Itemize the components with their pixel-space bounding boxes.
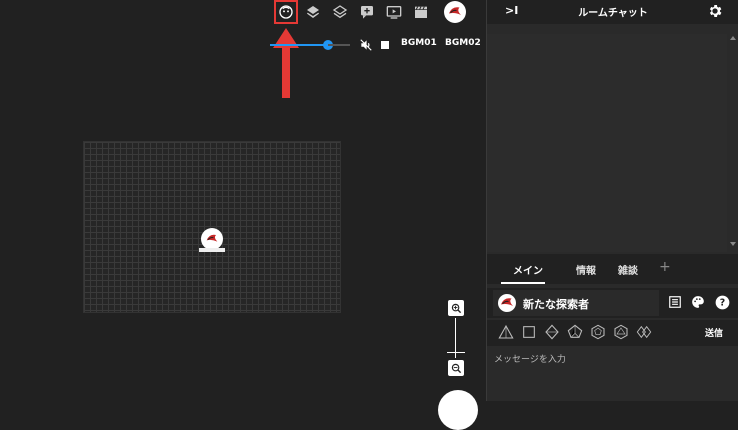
d4-dice-icon[interactable] <box>498 324 514 340</box>
gear-icon[interactable] <box>707 3 723 19</box>
board-stage[interactable]: BGM01 BGM02 <box>0 0 486 430</box>
panel-title: ルームチャット <box>578 8 648 19</box>
d10-dice-icon[interactable] <box>567 324 583 340</box>
floating-action-button[interactable] <box>438 390 478 430</box>
scroll-down-arrow[interactable] <box>730 242 736 246</box>
layers-filled-icon[interactable] <box>304 3 322 21</box>
d20-dice-icon[interactable] <box>613 324 629 340</box>
chat-tabs: メイン 情報 雑談 + <box>487 254 738 284</box>
dice-row: 送信 <box>487 320 738 346</box>
chat-message-log[interactable] <box>487 34 727 252</box>
tab-chat[interactable]: 雑談 <box>618 262 638 277</box>
zoom-out-icon <box>451 363 461 373</box>
clapperboard-icon[interactable] <box>412 3 430 21</box>
bgm01-button[interactable]: BGM01 <box>401 38 437 48</box>
d6-dice-icon[interactable] <box>521 324 537 340</box>
d12-dice-icon[interactable] <box>590 324 606 340</box>
stop-icon[interactable] <box>381 41 389 49</box>
send-button[interactable]: 送信 <box>705 326 723 339</box>
d8-dice-icon[interactable] <box>544 324 560 340</box>
add-tab-button[interactable]: + <box>659 259 671 275</box>
active-tab-indicator <box>501 282 545 284</box>
help-icon[interactable]: ? <box>715 295 730 310</box>
room-chat-panel: >I ルームチャット メイン 情報 雑談 + 新たな探索者 ? 送信 メッセージ… <box>486 0 738 401</box>
scroll-up-arrow[interactable] <box>730 36 736 40</box>
chat-scrollbar[interactable] <box>727 24 738 252</box>
audio-controls: BGM01 BGM02 <box>270 36 486 56</box>
zoom-in-icon <box>451 303 461 313</box>
game-board-grid[interactable] <box>83 141 341 313</box>
palette-icon[interactable] <box>691 295 705 309</box>
sender-avatar <box>498 294 516 312</box>
tab-info[interactable]: 情報 <box>576 262 596 277</box>
sender-row: 新たな探索者 ? <box>487 288 738 318</box>
sender-name: 新たな探索者 <box>523 298 589 311</box>
volume-slider-rest <box>328 44 350 46</box>
mute-icon[interactable] <box>359 38 373 52</box>
add-comment-icon[interactable] <box>358 3 376 21</box>
profile-avatar[interactable] <box>444 1 466 23</box>
tab-main[interactable]: メイン <box>513 262 543 277</box>
bgm02-button[interactable]: BGM02 <box>445 38 481 48</box>
chat-input-placeholder: メッセージを入力 <box>494 355 566 365</box>
zoom-in-button[interactable] <box>448 300 464 316</box>
panel-header: >I ルームチャット <box>487 0 738 24</box>
character-token[interactable] <box>201 228 223 250</box>
list-icon[interactable] <box>668 295 682 309</box>
d100-dice-icon[interactable] <box>636 324 652 340</box>
highlight-box <box>274 0 298 24</box>
video-icon[interactable] <box>385 3 403 21</box>
token-nameplate <box>199 248 225 252</box>
zoom-slider-marker[interactable] <box>447 352 465 353</box>
chat-message-input[interactable]: メッセージを入力 <box>487 348 738 401</box>
layers-outline-icon[interactable] <box>331 3 349 21</box>
svg-text:?: ? <box>720 298 725 309</box>
zoom-out-button[interactable] <box>448 360 464 376</box>
volume-slider-track[interactable] <box>270 44 328 46</box>
sender-select[interactable]: 新たな探索者 <box>493 290 659 316</box>
